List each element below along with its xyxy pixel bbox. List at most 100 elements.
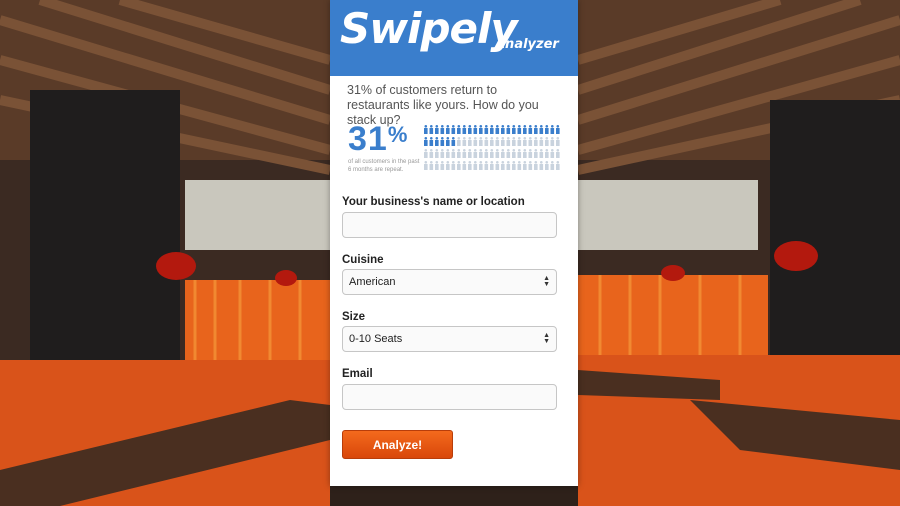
business-input[interactable] — [342, 212, 557, 238]
person-icon — [528, 125, 533, 134]
brand-header: Swipely Analyzer — [330, 0, 578, 76]
person-icon — [457, 137, 461, 146]
cuisine-value: American — [349, 276, 396, 288]
person-icon — [517, 125, 522, 134]
stat-note: of all customers in the past 6 months ar… — [348, 159, 420, 173]
analyze-button[interactable]: Analyze! — [342, 430, 453, 459]
select-arrows-icon: ▲ ▼ — [543, 275, 550, 288]
person-icon — [429, 149, 434, 158]
person-icon — [468, 125, 472, 134]
person-icon — [517, 161, 522, 170]
person-icon — [550, 125, 555, 134]
person-icon — [473, 161, 478, 170]
person-icon — [484, 137, 489, 146]
person-icon — [440, 161, 445, 170]
person-icon — [495, 161, 500, 170]
person-icon — [451, 149, 456, 158]
person-icon — [523, 161, 527, 170]
person-icon — [523, 137, 527, 146]
person-icon — [550, 149, 555, 158]
person-icon — [545, 137, 549, 146]
person-icon — [429, 161, 434, 170]
person-icon — [556, 125, 560, 134]
analyzer-panel: Swipely Analyzer 31% of customers return… — [330, 0, 578, 486]
person-icon — [490, 149, 494, 158]
person-icon — [424, 125, 428, 134]
person-icon — [528, 149, 533, 158]
person-icon — [528, 137, 533, 146]
person-icon — [495, 137, 500, 146]
person-icon — [501, 161, 505, 170]
person-icon — [435, 161, 439, 170]
person-icon — [462, 161, 467, 170]
person-icon — [506, 149, 511, 158]
repeat-customer-stat: 31% of all customers in the past 6 month… — [347, 120, 562, 180]
person-icon — [457, 125, 461, 134]
cuisine-select[interactable]: American ▲ ▼ — [342, 269, 557, 295]
person-icon — [556, 149, 560, 158]
person-icon — [424, 137, 428, 146]
swipely-logo: Swipely — [340, 4, 518, 53]
person-icon — [490, 125, 494, 134]
person-icon — [556, 161, 560, 170]
person-icon — [457, 149, 461, 158]
person-icon — [468, 161, 472, 170]
person-icon — [534, 161, 538, 170]
person-icon — [517, 149, 522, 158]
person-icon — [429, 137, 434, 146]
person-icon — [473, 149, 478, 158]
business-label: Your business's name or location — [342, 196, 525, 208]
person-icon — [462, 137, 467, 146]
person-icon — [446, 125, 450, 134]
person-icon — [506, 137, 511, 146]
size-value: 0-10 Seats — [349, 333, 403, 345]
person-icon — [517, 137, 522, 146]
person-icon — [462, 125, 467, 134]
person-icon — [479, 161, 483, 170]
person-icon — [534, 137, 538, 146]
person-icon — [528, 161, 533, 170]
person-icon — [462, 149, 467, 158]
person-icon — [506, 161, 511, 170]
person-icon — [479, 125, 483, 134]
person-icon — [457, 161, 461, 170]
person-icon — [556, 137, 560, 146]
person-icon — [539, 161, 544, 170]
select-arrows-icon: ▲ ▼ — [543, 332, 550, 345]
email-label: Email — [342, 368, 373, 380]
person-icon — [484, 125, 489, 134]
person-icon — [435, 149, 439, 158]
person-icon — [435, 125, 439, 134]
person-icon — [446, 137, 450, 146]
size-select[interactable]: 0-10 Seats ▲ ▼ — [342, 326, 557, 352]
stat-percentage: 31% — [348, 120, 409, 158]
person-icon — [534, 125, 538, 134]
email-input[interactable] — [342, 384, 557, 410]
person-icon — [440, 137, 445, 146]
person-icon — [484, 161, 489, 170]
person-icon — [512, 161, 516, 170]
person-icon — [539, 149, 544, 158]
person-icon — [545, 149, 549, 158]
person-icon — [512, 137, 516, 146]
analyzer-wordmark: Analyzer — [495, 37, 559, 52]
size-label: Size — [342, 311, 366, 323]
person-icon — [473, 125, 478, 134]
person-icon — [484, 149, 489, 158]
person-icon — [545, 161, 549, 170]
person-icon — [479, 137, 483, 146]
person-icon — [550, 137, 555, 146]
person-icon — [506, 125, 511, 134]
person-icon — [435, 137, 439, 146]
person-icon — [451, 137, 456, 146]
person-icon — [429, 125, 434, 134]
person-icon — [501, 149, 505, 158]
person-icon — [512, 125, 516, 134]
person-icon — [451, 161, 456, 170]
person-icon — [550, 161, 555, 170]
person-icon — [539, 137, 544, 146]
cuisine-label: Cuisine — [342, 254, 384, 266]
person-icon — [501, 125, 505, 134]
person-icon — [545, 125, 549, 134]
person-icon — [424, 149, 428, 158]
